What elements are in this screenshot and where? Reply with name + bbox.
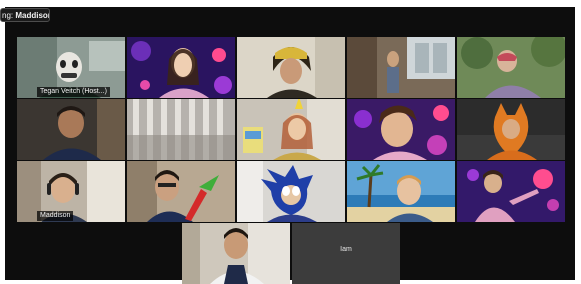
speaking-name: Maddison (15, 11, 50, 20)
video-tile[interactable] (457, 161, 565, 222)
participant-video (182, 223, 290, 284)
participant-video (347, 99, 455, 160)
video-tile[interactable] (347, 99, 455, 160)
video-tile[interactable] (237, 99, 345, 160)
participant-video (17, 99, 125, 160)
participant-video (127, 37, 235, 98)
video-tile[interactable] (127, 161, 235, 222)
video-tile[interactable] (237, 37, 345, 98)
participant-video (127, 99, 235, 160)
video-tile[interactable] (457, 37, 565, 98)
participant-name: Tegan Veitch (Host...) (37, 87, 110, 97)
video-tile-maddison[interactable]: Maddison (17, 161, 125, 222)
speaking-prefix: ng: (2, 11, 14, 20)
participant-video (237, 161, 345, 222)
participant-video (127, 161, 235, 222)
video-tile-host[interactable]: Tegan Veitch (Host...) (17, 37, 125, 98)
participant-name: Iam (340, 246, 352, 253)
video-tile[interactable] (182, 223, 290, 284)
video-tile[interactable] (237, 161, 345, 222)
video-tile[interactable] (127, 37, 235, 98)
participant-video (347, 161, 455, 222)
participant-video (457, 161, 565, 222)
participant-video (237, 99, 345, 160)
video-tile[interactable] (347, 37, 455, 98)
speaking-indicator: ng: Maddison (0, 8, 50, 22)
video-tile[interactable] (127, 99, 235, 160)
participant-video (457, 37, 565, 98)
participant-video (347, 37, 455, 98)
video-tile[interactable] (457, 99, 565, 160)
participant-video (457, 99, 565, 160)
video-tile[interactable] (347, 161, 455, 222)
video-tile-iam[interactable]: Iam (292, 223, 400, 284)
participant-video (237, 37, 345, 98)
video-tile[interactable] (17, 99, 125, 160)
participant-name: Maddison (37, 211, 74, 221)
